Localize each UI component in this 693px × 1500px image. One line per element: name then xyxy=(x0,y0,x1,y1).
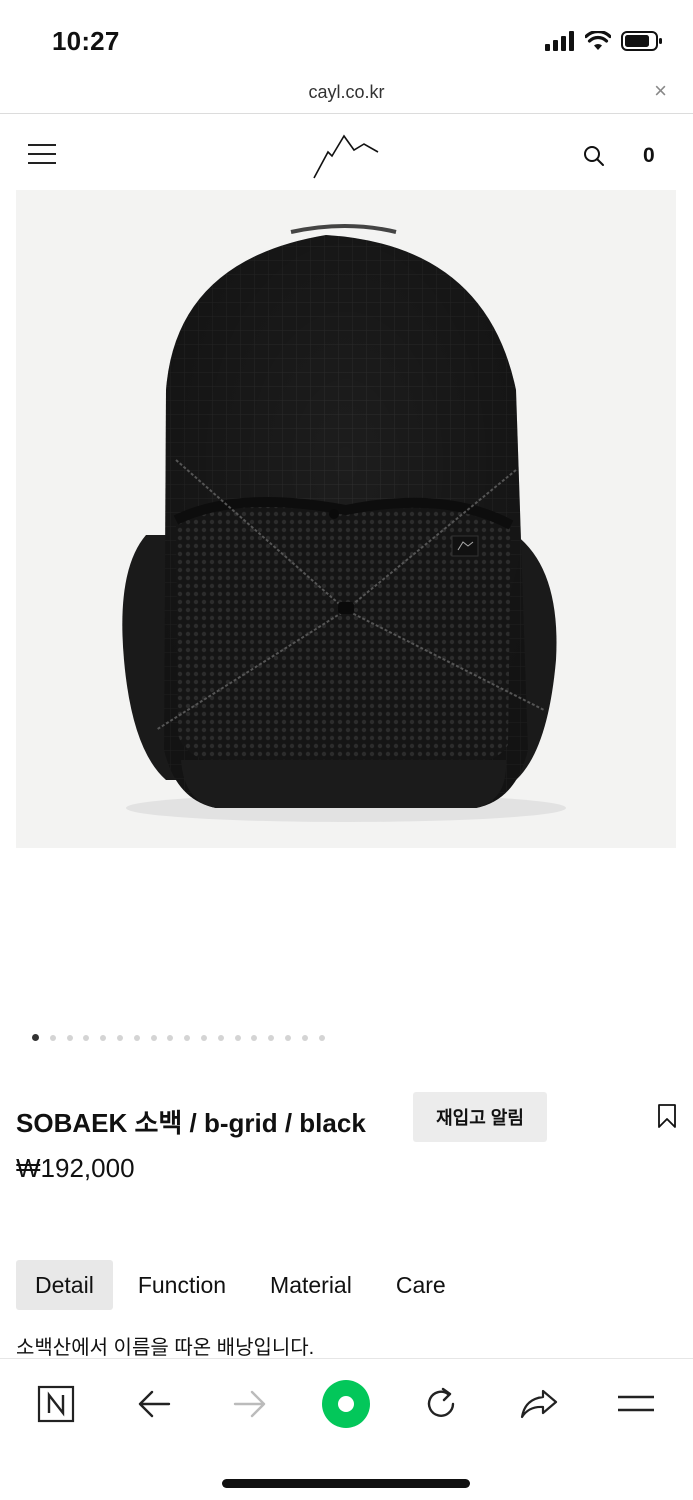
product-tabs: Detail Function Material Care xyxy=(16,1260,471,1310)
bookmark-icon[interactable] xyxy=(657,1103,677,1129)
status-time: 10:27 xyxy=(52,26,120,56)
brand-logo[interactable] xyxy=(310,132,382,180)
home-indicator[interactable] xyxy=(222,1479,470,1488)
tab-material[interactable]: Material xyxy=(251,1260,371,1310)
carousel-dots xyxy=(32,1034,325,1041)
carousel-dot[interactable] xyxy=(32,1034,39,1041)
carousel-dot[interactable] xyxy=(100,1034,107,1041)
carousel-dot[interactable] xyxy=(217,1034,224,1041)
product-image[interactable] xyxy=(16,190,676,848)
carousel-dot[interactable] xyxy=(184,1034,191,1041)
naver-n-icon[interactable] xyxy=(31,1379,81,1429)
url-text[interactable]: cayl.co.kr xyxy=(0,82,693,103)
back-arrow-icon[interactable] xyxy=(129,1379,179,1429)
site-header: 0 xyxy=(0,114,693,190)
status-bar: 10:27 xyxy=(0,0,693,78)
tab-function[interactable]: Function xyxy=(119,1260,245,1310)
carousel-dot[interactable] xyxy=(318,1034,325,1041)
wifi-icon xyxy=(585,31,611,50)
hamburger-menu-icon[interactable] xyxy=(28,144,56,166)
browser-url-bar: cayl.co.kr × xyxy=(0,78,693,114)
carousel-dot[interactable] xyxy=(150,1034,157,1041)
signal-icon xyxy=(545,31,574,51)
backpack-image xyxy=(122,224,566,822)
product-name: SOBAEK 소백 / b-grid / black xyxy=(16,1108,366,1138)
status-icons xyxy=(545,30,663,52)
carousel-dot[interactable] xyxy=(133,1034,140,1041)
carousel-dot[interactable] xyxy=(284,1034,291,1041)
close-icon[interactable]: × xyxy=(654,80,667,102)
carousel-dot[interactable] xyxy=(301,1034,308,1041)
cart-count[interactable]: 0 xyxy=(643,144,655,168)
product-price: ₩192,000 xyxy=(16,1153,135,1183)
battery-icon xyxy=(621,31,662,51)
browser-toolbar xyxy=(0,1358,693,1500)
forward-arrow-icon[interactable] xyxy=(225,1379,275,1429)
carousel-dot[interactable] xyxy=(251,1034,258,1041)
carousel-dot[interactable] xyxy=(83,1034,90,1041)
reload-icon[interactable] xyxy=(416,1379,466,1429)
carousel-dot[interactable] xyxy=(200,1034,207,1041)
search-icon[interactable] xyxy=(582,144,606,168)
menu-icon[interactable] xyxy=(611,1379,661,1429)
carousel-dot[interactable] xyxy=(116,1034,123,1041)
green-home-icon[interactable] xyxy=(321,1379,371,1429)
carousel-dot[interactable] xyxy=(268,1034,275,1041)
carousel-dot[interactable] xyxy=(66,1034,73,1041)
carousel-dot[interactable] xyxy=(167,1034,174,1041)
tab-care[interactable]: Care xyxy=(377,1260,465,1310)
tab-detail[interactable]: Detail xyxy=(16,1260,113,1310)
share-icon[interactable] xyxy=(514,1379,564,1429)
restock-alert-button[interactable]: 재입고 알림 xyxy=(413,1092,547,1142)
carousel-dot[interactable] xyxy=(234,1034,241,1041)
product-description: 소백산에서 이름을 따온 배낭입니다. xyxy=(16,1337,315,1359)
carousel-dot[interactable] xyxy=(49,1034,56,1041)
